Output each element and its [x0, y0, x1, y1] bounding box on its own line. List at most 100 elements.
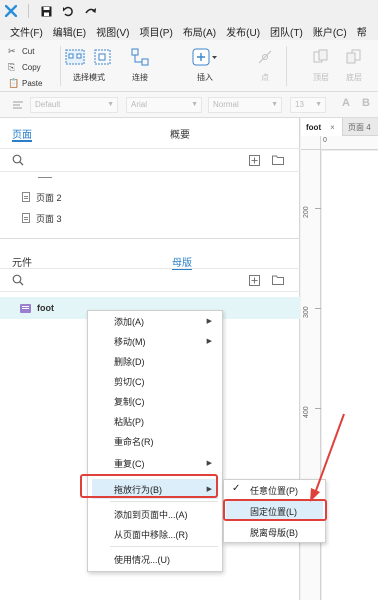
font-color-icon[interactable]: A	[342, 97, 350, 109]
pages-panel-header: 页面 概要	[0, 118, 300, 144]
master-icon	[20, 303, 31, 313]
menu-item-move[interactable]: 移动(M)	[114, 331, 146, 351]
main-toolbar: ✂ Cut ⎘ Copy 📋 Paste 选择模式 连接 插入 点 顶层 底层	[0, 40, 378, 92]
insert-icon	[192, 46, 218, 68]
tab-widgets[interactable]: 元件	[12, 254, 32, 269]
tab-outline[interactable]: 概要	[170, 126, 190, 141]
connect-button[interactable]: 连接	[131, 46, 149, 83]
copy-button[interactable]: ⎘ Copy	[8, 59, 58, 75]
menu-item-usage[interactable]: 使用情况...(U)	[114, 549, 170, 569]
scissors-icon: ✂	[8, 45, 16, 56]
bring-to-front-button[interactable]: 顶层	[312, 46, 330, 83]
title-bar	[0, 0, 378, 22]
context-menu: 添加(A) ▶ 移动(M) ▶ 删除(D) 剪切(C) 复制(C) 粘贴(P) …	[87, 310, 223, 572]
app-logo-icon	[0, 0, 22, 22]
tab-masters[interactable]: 母版	[172, 254, 192, 269]
paste-icon: 📋	[8, 77, 20, 88]
format-bar: Default ▼ Arial ▼ Normal ▼ 13 ▼ A B	[0, 92, 378, 118]
font-select[interactable]: Arial ▼	[126, 97, 202, 113]
page-item-3[interactable]: 页面 3	[22, 209, 62, 227]
connect-icon	[131, 46, 149, 68]
add-page-icon[interactable]	[249, 155, 260, 168]
submenu-arrow-icon: ▶	[206, 318, 212, 325]
doc-tab-page4[interactable]: 页面 4	[343, 118, 378, 136]
submenu-arrow-icon: ▶	[206, 338, 212, 345]
menu-view[interactable]: 视图(V)	[96, 24, 129, 39]
style-select[interactable]: Default ▼	[30, 97, 118, 113]
menu-account[interactable]: 账户(C)	[313, 24, 347, 39]
search-icon[interactable]	[12, 154, 24, 168]
menu-project[interactable]: 项目(P)	[139, 24, 172, 39]
menu-item-copy[interactable]: 复制(C)	[114, 391, 145, 411]
menu-bar: 文件(F) 编辑(E) 视图(V) 项目(P) 布局(A) 发布(U) 团队(T…	[0, 22, 378, 40]
send-to-back-icon	[345, 46, 363, 68]
menu-team[interactable]: 团队(T)	[270, 24, 303, 39]
tab-pages[interactable]: 页面	[12, 126, 32, 141]
ruler-label-200: 200	[303, 206, 310, 218]
page-icon	[22, 213, 30, 223]
bold-icon[interactable]: B	[362, 97, 370, 109]
search-icon[interactable]	[12, 274, 24, 288]
redo-icon[interactable]	[79, 0, 101, 22]
annotation-arrow-icon	[310, 413, 345, 502]
document-tabs: foot × 页面 4	[301, 118, 378, 136]
ruler-label-300: 300	[303, 306, 310, 318]
menu-edit[interactable]: 编辑(E)	[53, 24, 86, 39]
ruler-tick	[315, 408, 321, 409]
insert-button[interactable]: 插入	[192, 46, 218, 83]
menu-layout[interactable]: 布局(A)	[183, 24, 216, 39]
menu-item-duplicate[interactable]: 重复(C)	[114, 453, 145, 473]
menu-file[interactable]: 文件(F)	[10, 24, 43, 39]
undo-icon[interactable]	[57, 0, 79, 22]
menu-item-add-to-pages[interactable]: 添加到页面中...(A)	[114, 504, 188, 524]
menu-item-rename[interactable]: 重命名(R)	[114, 431, 154, 451]
menu-separator	[110, 501, 218, 502]
menu-publish[interactable]: 发布(U)	[226, 24, 260, 39]
panel-splitter[interactable]	[0, 238, 300, 239]
point-button[interactable]: 点	[256, 46, 274, 83]
tab-pages-underline	[12, 140, 32, 142]
menu-item-add[interactable]: 添加(A)	[114, 311, 144, 331]
toolbar-separator	[286, 46, 287, 86]
style-brush-icon[interactable]	[12, 99, 24, 113]
send-to-back-button[interactable]: 底层	[345, 46, 363, 83]
add-folder-icon[interactable]	[272, 155, 284, 167]
checkmark-icon: ✓	[232, 483, 241, 494]
menu-separator	[110, 546, 218, 547]
save-icon[interactable]	[35, 0, 57, 22]
title-separator	[28, 4, 29, 18]
menu-item-paste[interactable]: 粘贴(P)	[114, 411, 144, 431]
ruler-corner	[301, 136, 321, 150]
page-icon	[22, 192, 30, 202]
ruler-tick	[315, 308, 321, 309]
font-weight-select[interactable]: Normal ▼	[208, 97, 282, 113]
submenu-item-any-position[interactable]: 任意位置(P)	[250, 480, 298, 500]
horizontal-ruler: 0	[321, 136, 378, 150]
clipped-page-item	[38, 174, 52, 178]
bring-to-front-icon	[312, 46, 330, 68]
add-folder-icon[interactable]	[272, 275, 284, 287]
paste-button[interactable]: 📋 Paste	[8, 75, 58, 91]
cut-button[interactable]: ✂ Cut	[8, 43, 58, 59]
ruler-tick	[315, 208, 321, 209]
copy-icon: ⎘	[8, 61, 16, 72]
pages-search-row	[0, 148, 300, 172]
menu-item-remove-from-pages[interactable]: 从页面中移除...(R)	[114, 524, 188, 544]
add-master-icon[interactable]	[249, 275, 260, 288]
toolbar-separator	[60, 46, 61, 86]
point-icon	[256, 46, 274, 68]
clipboard-group: ✂ Cut ⎘ Copy 📋 Paste	[8, 43, 58, 91]
select-mode-icon	[65, 46, 113, 68]
annotation-box-drop-behavior	[80, 474, 218, 498]
doc-tab-foot[interactable]: foot ×	[301, 118, 343, 136]
select-mode-button[interactable]: 选择模式	[65, 46, 113, 83]
submenu-item-detach-master[interactable]: 脱离母版(B)	[250, 522, 298, 542]
page-item-2[interactable]: 页面 2	[22, 188, 62, 206]
menu-item-delete[interactable]: 删除(D)	[114, 351, 145, 371]
menu-item-cut[interactable]: 剪切(C)	[114, 371, 145, 391]
design-canvas[interactable]	[322, 151, 378, 600]
close-icon[interactable]: ×	[330, 123, 335, 132]
font-size-select[interactable]: 13 ▼	[290, 97, 326, 113]
submenu-arrow-icon: ▶	[206, 460, 212, 467]
menu-help[interactable]: 帮	[357, 24, 367, 39]
